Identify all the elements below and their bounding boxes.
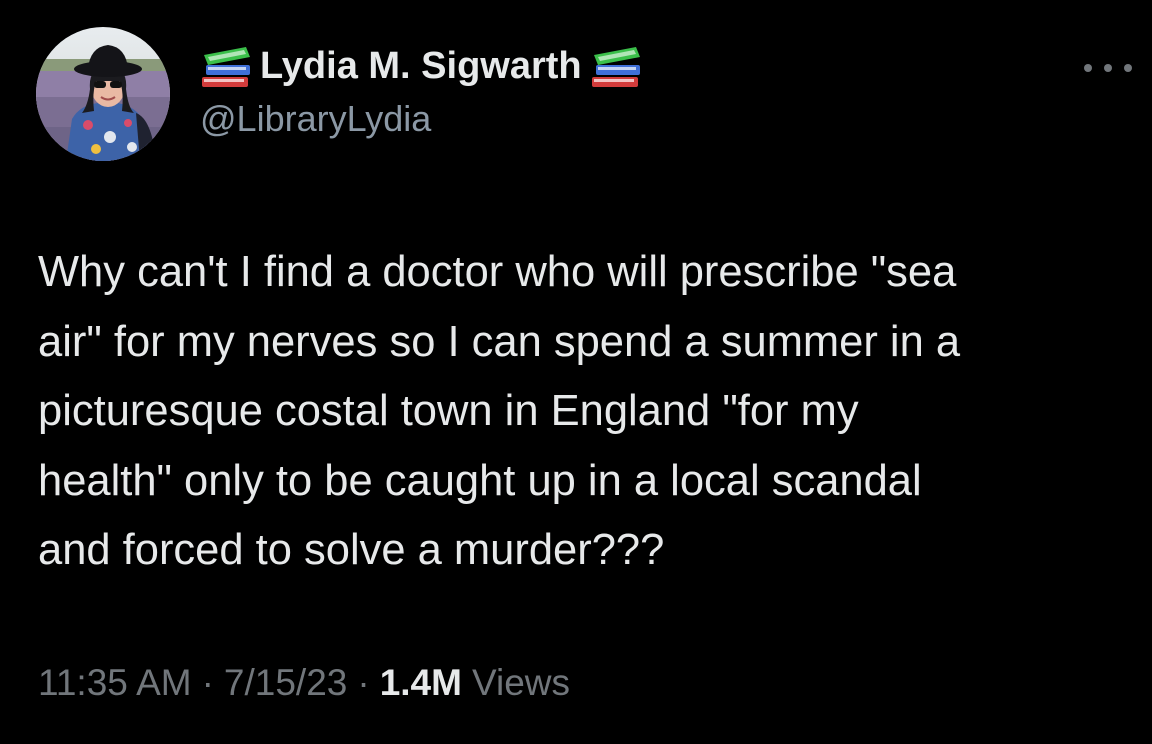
author-display-name[interactable]: Lydia M. Sigwarth (260, 45, 582, 88)
tweet-meta: 11:35 AM · 7/15/23 · 1.4M Views (38, 662, 570, 704)
more-horizontal-icon (1084, 64, 1092, 72)
more-horizontal-icon-dot (1104, 64, 1112, 72)
tweet-card: Lydia M. Sigwarth @LibraryLydia Why can'… (0, 0, 1152, 744)
more-horizontal-icon-dot (1124, 64, 1132, 72)
author-name-row[interactable]: Lydia M. Sigwarth (198, 38, 644, 94)
tweet-time[interactable]: 11:35 AM (38, 662, 192, 704)
views-label[interactable]: Views (472, 662, 570, 704)
books-icon (591, 47, 640, 87)
tweet-text: Why can't I find a doctor who will presc… (38, 248, 961, 574)
meta-separator: · (357, 662, 370, 703)
avatar[interactable] (36, 27, 170, 161)
more-options-button[interactable] (1084, 58, 1132, 78)
books-icon (202, 47, 250, 87)
meta-separator: · (201, 662, 214, 703)
views-count[interactable]: 1.4M (380, 662, 462, 704)
tweet-date[interactable]: 7/15/23 (224, 662, 347, 704)
author-handle[interactable]: @LibraryLydia (200, 98, 431, 140)
avatar-photo (36, 27, 170, 161)
